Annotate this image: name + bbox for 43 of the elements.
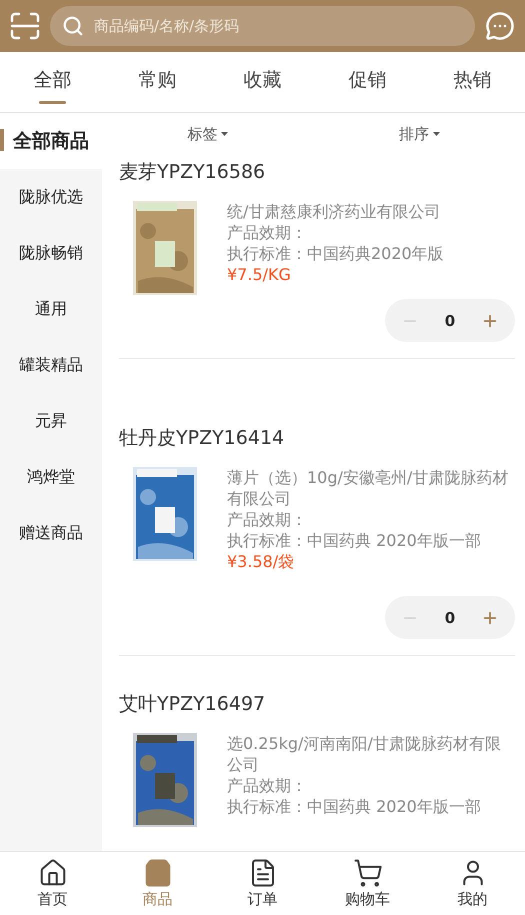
product-detail: 产品效期：	[227, 509, 308, 530]
tab[interactable]: 促销	[348, 66, 386, 92]
category-item[interactable]: 通用	[0, 281, 102, 337]
tab[interactable]: 热销	[454, 66, 492, 92]
cart-icon[interactable]	[352, 858, 382, 888]
nav-item[interactable]: 购物车	[345, 890, 390, 909]
product-price: ¥7.5/KG	[227, 264, 292, 285]
nav-item[interactable]: 商品	[142, 890, 172, 909]
tab[interactable]: 常购	[138, 66, 176, 92]
category-item[interactable]: 罐装精品	[0, 337, 102, 393]
chat-icon[interactable]	[485, 11, 515, 41]
product-detail: 执行标准：中国药典 2020年版一部	[227, 796, 482, 817]
product-name: 艾叶YPZY16497	[119, 692, 266, 717]
product-detail: 产品效期：	[227, 222, 308, 243]
product-detail: 选0.25kg/河南南阳/甘肃陇脉药材有限公司	[227, 733, 502, 775]
caret-icon	[221, 132, 228, 136]
search-icon	[62, 15, 84, 37]
category-item[interactable]: 鸿烨堂	[0, 449, 102, 505]
product-price: ¥3.58/袋	[227, 551, 296, 572]
nav-item[interactable]: 我的	[458, 890, 488, 909]
nav-item[interactable]: 订单	[248, 890, 278, 909]
filter-dropdown[interactable]: 标签	[187, 124, 218, 144]
product-detail: 执行标准：中国药典2020年版	[227, 243, 444, 264]
product-name: 麦芽YPZY16586	[119, 160, 266, 185]
category-item[interactable]: 陇脉优选	[0, 169, 102, 225]
category-item[interactable]: 赠送商品	[0, 505, 102, 561]
category-item[interactable]: 全部商品	[0, 113, 102, 169]
tab[interactable]: 全部	[34, 66, 72, 92]
filter-dropdown[interactable]: 排序	[398, 124, 429, 144]
category-item[interactable]: 陇脉畅销	[0, 225, 102, 281]
quantity-value: 0	[444, 312, 456, 330]
nav-item[interactable]: 首页	[38, 890, 68, 909]
product-detail: 产品效期：	[227, 775, 308, 796]
scan-icon[interactable]	[10, 12, 40, 40]
category-item[interactable]: 元昇	[0, 393, 102, 449]
product-detail: 薄片（选）10g/安徽亳州/甘肃陇脉药材有限公司	[227, 467, 510, 509]
product-name: 牡丹皮YPZY16414	[119, 426, 286, 451]
search-bar[interactable]: 商品编码/名称/条形码	[50, 6, 475, 46]
caret-icon	[432, 132, 440, 136]
quantity-value: 0	[444, 608, 456, 626]
product-detail: 执行标准：中国药典 2020年版一部	[227, 530, 482, 551]
tab[interactable]: 收藏	[244, 66, 282, 92]
product-detail: 统/甘肃慈康利济药业有限公司	[227, 201, 442, 222]
